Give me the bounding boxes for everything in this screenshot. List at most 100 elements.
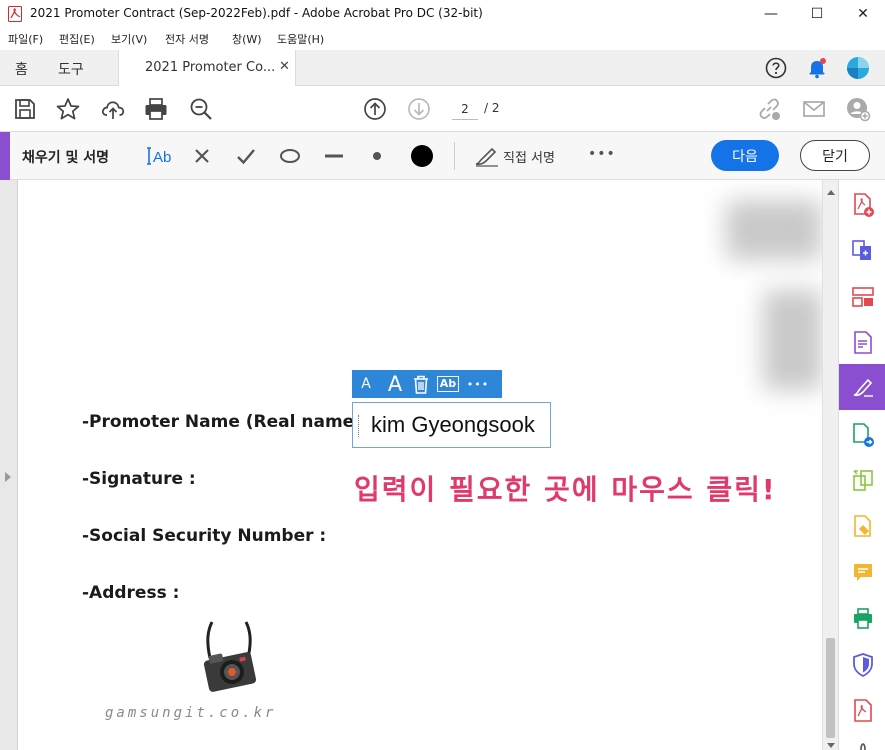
create-pdf-tool[interactable] bbox=[839, 182, 885, 228]
combine-files-tool[interactable] bbox=[839, 228, 885, 274]
menu-file[interactable]: 파일(F) bbox=[8, 31, 43, 47]
previous-page-icon[interactable] bbox=[362, 96, 388, 122]
compare-files-tool[interactable] bbox=[839, 458, 885, 504]
create-pdf-icon bbox=[853, 193, 874, 217]
watermark-text: gamsungit.co.kr bbox=[105, 705, 277, 721]
decrease-font-size-button[interactable]: A bbox=[352, 376, 380, 392]
print-production-tool[interactable] bbox=[839, 596, 885, 642]
address-label: -Address : bbox=[82, 583, 180, 603]
email-icon[interactable] bbox=[801, 96, 827, 122]
signature-label: -Signature : bbox=[82, 469, 196, 489]
bookmark-star-icon[interactable] bbox=[55, 96, 81, 122]
tab-home[interactable]: 홈 bbox=[15, 59, 28, 79]
help-icon[interactable] bbox=[764, 56, 788, 80]
document-tab-label: 2021 Promoter Co... bbox=[145, 60, 276, 75]
print-icon[interactable] bbox=[143, 96, 169, 122]
shield-icon bbox=[852, 653, 873, 678]
notification-bell-icon[interactable] bbox=[805, 56, 829, 80]
scroll-down-icon[interactable] bbox=[827, 743, 835, 748]
text-field-toolbar: A A Ab ••• bbox=[352, 370, 502, 398]
menu-edit[interactable]: 편집(E) bbox=[59, 31, 95, 47]
organize-pages-tool[interactable] bbox=[839, 274, 885, 320]
camera-illustration bbox=[203, 621, 257, 692]
instruction-annotation: 입력이 필요한 곳에 마우스 클릭! bbox=[354, 473, 777, 506]
ellipse-icon[interactable] bbox=[278, 144, 302, 168]
close-fill-sign-button[interactable]: 닫기 bbox=[800, 140, 870, 171]
zoom-search-icon[interactable] bbox=[188, 96, 214, 122]
convert-to-comb-button[interactable]: Ab bbox=[432, 374, 464, 394]
more-options-icon[interactable]: ••• bbox=[588, 146, 616, 162]
main-toolbar: 2 / 2 bbox=[0, 86, 885, 132]
close-tab-icon[interactable]: ✕ bbox=[279, 59, 290, 74]
svg-text:Ab: Ab bbox=[153, 149, 171, 166]
line-icon[interactable] bbox=[322, 144, 346, 168]
page-number-input[interactable]: 2 bbox=[452, 98, 478, 120]
window-close-button[interactable]: ✕ bbox=[840, 0, 885, 28]
menu-view[interactable]: 보기(V) bbox=[111, 31, 147, 47]
menu-e-sign[interactable]: 전자 서명 bbox=[165, 31, 209, 47]
blurred-region bbox=[763, 290, 822, 390]
vertical-scrollbar[interactable] bbox=[822, 180, 838, 750]
protect-tool[interactable] bbox=[839, 642, 885, 688]
promoter-name-field[interactable]: kim Gyeongsook bbox=[352, 402, 551, 448]
acrobat-pdf-tool[interactable] bbox=[839, 688, 885, 734]
more-tools-tool[interactable] bbox=[839, 732, 885, 750]
fill-sign-pen-icon bbox=[853, 378, 873, 397]
promoter-name-value: kim Gyeongsook bbox=[371, 412, 535, 437]
pdf-document-icon bbox=[853, 699, 872, 722]
add-text-icon[interactable]: Ab bbox=[146, 144, 172, 168]
menu-help[interactable]: 도움말(H) bbox=[277, 31, 324, 47]
checkmark-icon[interactable] bbox=[235, 144, 257, 168]
organize-pages-icon bbox=[851, 287, 874, 307]
edit-pdf-tool[interactable] bbox=[839, 320, 885, 366]
field-more-options-icon[interactable]: ••• bbox=[464, 378, 492, 391]
promoter-name-label: -Promoter Name (Real name) : bbox=[82, 412, 375, 432]
dot-icon[interactable] bbox=[367, 144, 387, 168]
next-page-icon[interactable] bbox=[406, 96, 432, 122]
trash-icon[interactable] bbox=[410, 373, 432, 395]
scrollbar-thumb[interactable] bbox=[826, 638, 835, 738]
color-picker-icon[interactable] bbox=[408, 144, 436, 168]
edit-pdf-icon bbox=[853, 331, 872, 354]
maximize-button[interactable]: ☐ bbox=[794, 0, 840, 28]
cross-mark-icon[interactable] bbox=[192, 144, 212, 168]
upload-cloud-icon[interactable] bbox=[100, 96, 126, 122]
left-navigation-rail bbox=[0, 180, 18, 750]
request-signature-tool[interactable] bbox=[839, 504, 885, 550]
export-pdf-icon bbox=[852, 423, 874, 447]
request-signature-icon bbox=[853, 515, 871, 537]
window-title: 2021 Promoter Contract (Sep-2022Feb).pdf… bbox=[30, 6, 483, 20]
document-page: -Promoter Name (Real name) : -Signature … bbox=[18, 180, 822, 750]
menu-bar: 파일(F) 편집(E) 보기(V) 전자 서명 창(W) 도움말(H) bbox=[0, 28, 885, 50]
account-avatar-icon[interactable] bbox=[846, 56, 870, 80]
text-caret bbox=[358, 415, 359, 437]
add-user-icon[interactable] bbox=[845, 96, 871, 122]
fill-and-sign-tool[interactable] bbox=[839, 364, 885, 410]
expand-panel-icon[interactable] bbox=[5, 472, 11, 482]
compare-files-icon bbox=[852, 470, 873, 491]
comb-field-label: Ab bbox=[436, 376, 460, 392]
menu-window[interactable]: 창(W) bbox=[232, 31, 262, 47]
save-icon[interactable] bbox=[12, 96, 38, 122]
tab-tools[interactable]: 도구 bbox=[58, 59, 84, 79]
increase-font-size-button[interactable]: A bbox=[380, 372, 410, 396]
next-button[interactable]: 다음 bbox=[711, 140, 779, 171]
tab-bar: 홈 도구 2021 Promoter Co... ✕ bbox=[0, 50, 885, 87]
comment-tool[interactable] bbox=[839, 550, 885, 596]
scroll-up-icon[interactable] bbox=[827, 190, 835, 195]
title-bar: 2021 Promoter Contract (Sep-2022Feb).pdf… bbox=[0, 0, 885, 28]
print-production-icon bbox=[853, 608, 872, 629]
share-link-icon[interactable] bbox=[756, 96, 782, 122]
sign-yourself-label[interactable]: 직접 서명 bbox=[503, 147, 555, 166]
more-tools-icon bbox=[859, 743, 866, 750]
fill-sign-title: 채우기 및 서명 bbox=[22, 150, 110, 166]
toolbar-divider bbox=[454, 142, 455, 170]
sign-pen-icon[interactable] bbox=[474, 144, 500, 168]
tab-document[interactable]: 2021 Promoter Co... ✕ bbox=[118, 50, 296, 87]
comment-icon bbox=[853, 564, 872, 581]
export-pdf-tool[interactable] bbox=[839, 412, 885, 458]
acrobat-app-icon bbox=[8, 6, 22, 22]
minimize-button[interactable]: — bbox=[748, 0, 794, 28]
social-security-label: -Social Security Number : bbox=[82, 526, 327, 546]
combine-files-icon bbox=[851, 240, 871, 260]
